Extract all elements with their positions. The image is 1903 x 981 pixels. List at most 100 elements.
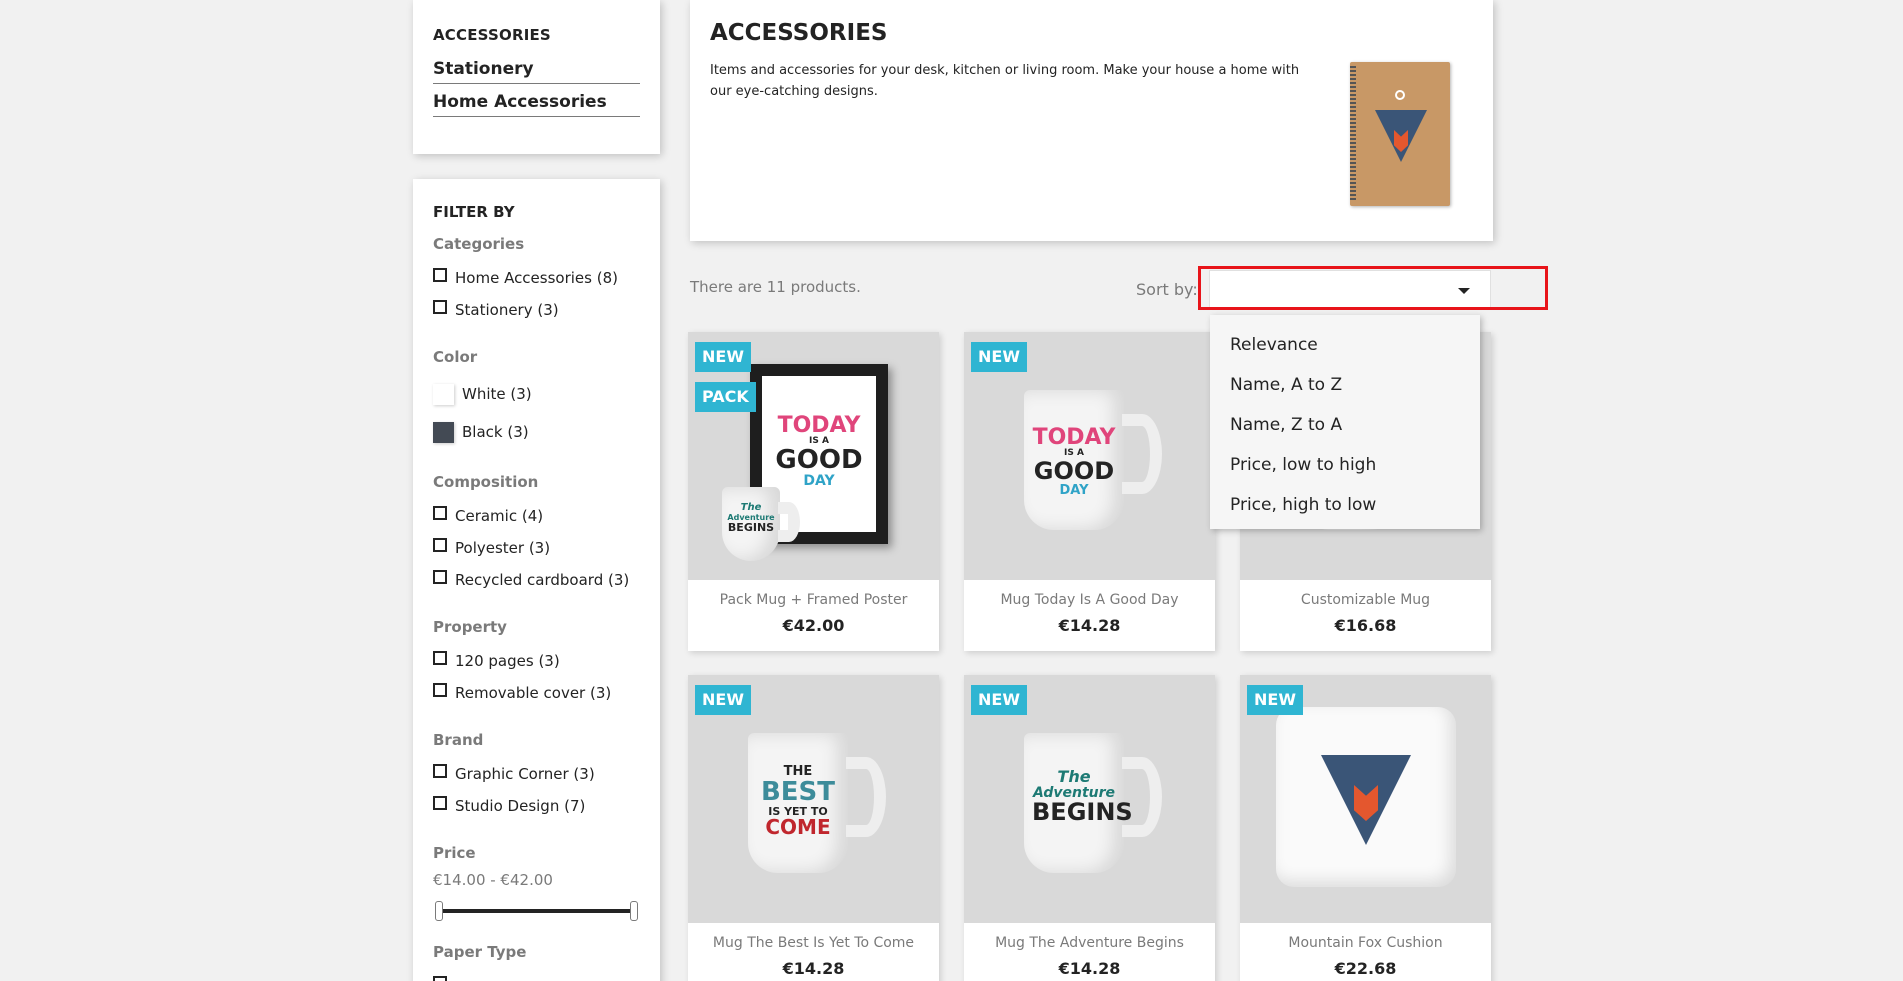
- checkbox[interactable]: [433, 300, 447, 314]
- facet-property: Property 120 pages (3) Removable cover (…: [433, 618, 640, 709]
- category-link-stationery[interactable]: Stationery: [433, 56, 640, 84]
- filter-option[interactable]: Removable cover (3): [433, 677, 640, 709]
- art-line: TODAY: [777, 413, 861, 438]
- mug-handle: [1122, 757, 1162, 837]
- art-line: DAY: [803, 472, 835, 489]
- checkbox[interactable]: [433, 570, 447, 584]
- facet-color: Color White (3) Black (3): [433, 348, 640, 451]
- flag-pack: PACK: [695, 382, 756, 412]
- sort-select[interactable]: [1209, 270, 1491, 309]
- price-slider[interactable]: [435, 901, 638, 921]
- mug-graphic: The Adventure BEGINS: [1024, 733, 1133, 873]
- facet-title: Categories: [433, 235, 525, 253]
- product-card[interactable]: TODAY IS A GOOD DAY The Adventure BEGINS…: [688, 332, 939, 651]
- sort-option-name-desc[interactable]: Name, Z to A: [1210, 405, 1480, 445]
- mug-handle: [1122, 414, 1162, 494]
- facet-title: Composition: [433, 473, 539, 491]
- notebook-spiral: [1350, 66, 1356, 202]
- product-info: Mountain Fox Cushion €22.68: [1240, 923, 1491, 981]
- slider-handle-min[interactable]: [435, 901, 443, 921]
- mug-graphic: TODAY IS A GOOD DAY: [1024, 390, 1124, 530]
- mug-graphic: The Adventure BEGINS: [722, 487, 780, 561]
- slider-handle-max[interactable]: [630, 901, 638, 921]
- mug-art: The Adventure BEGINS: [1032, 768, 1133, 827]
- facet-title: Brand: [433, 731, 484, 749]
- filter-option[interactable]: 120 pages (3): [433, 645, 640, 677]
- product-name[interactable]: Mountain Fox Cushion: [1240, 935, 1491, 951]
- flag-new: NEW: [971, 342, 1027, 372]
- category-image: [1350, 62, 1450, 206]
- mug-handle: [778, 502, 800, 542]
- flag-new: NEW: [1247, 685, 1303, 715]
- checkbox[interactable]: [433, 976, 447, 981]
- art-line: The: [740, 502, 762, 513]
- checkbox[interactable]: [433, 683, 447, 697]
- color-option-black[interactable]: Black (3): [433, 413, 640, 451]
- product-info: Customizable Mug €16.68: [1240, 580, 1491, 651]
- category-description: Items and accessories for your desk, kit…: [710, 63, 1300, 99]
- checkbox[interactable]: [433, 538, 447, 552]
- art-line: BEGINS: [1032, 798, 1133, 827]
- facet-composition: Composition Ceramic (4) Polyester (3) Re…: [433, 473, 640, 596]
- facet-paper-type: Paper Type: [433, 943, 640, 981]
- color-swatch[interactable]: [433, 421, 454, 443]
- cushion-graphic: [1276, 707, 1456, 887]
- product-info: Mug Today Is A Good Day €14.28: [964, 580, 1215, 651]
- product-price: €14.28: [782, 959, 845, 978]
- facet-title: Color: [433, 348, 478, 366]
- sort-label: Sort by:: [1136, 280, 1198, 299]
- flag-new: NEW: [971, 685, 1027, 715]
- product-image[interactable]: NEW: [1240, 675, 1491, 923]
- filter-option[interactable]: Graphic Corner (3): [433, 758, 640, 790]
- product-card[interactable]: THE BEST IS YET TO COME NEW Mug The Best…: [688, 675, 939, 981]
- filter-option[interactable]: Home Accessories (8): [433, 262, 640, 294]
- product-image[interactable]: The Adventure BEGINS NEW: [964, 675, 1215, 923]
- category-link-home-accessories[interactable]: Home Accessories: [433, 89, 640, 117]
- price-range: €14.00 - €42.00: [433, 871, 553, 889]
- product-name[interactable]: Mug The Best Is Yet To Come: [688, 935, 939, 951]
- flag-new: NEW: [695, 685, 751, 715]
- filter-option[interactable]: Studio Design (7): [433, 790, 640, 822]
- checkbox[interactable]: [433, 796, 447, 810]
- product-image[interactable]: TODAY IS A GOOD DAY The Adventure BEGINS…: [688, 332, 939, 580]
- mug-art: The Adventure BEGINS: [726, 502, 776, 533]
- product-info: Pack Mug + Framed Poster €42.00: [688, 580, 939, 651]
- sort-option-price-asc[interactable]: Price, low to high: [1210, 445, 1480, 485]
- product-name[interactable]: Mug Today Is A Good Day: [964, 592, 1215, 608]
- facet-price: Price €14.00 - €42.00: [433, 844, 640, 921]
- product-image[interactable]: THE BEST IS YET TO COME NEW: [688, 675, 939, 923]
- filter-option-label: Removable cover (3): [455, 684, 612, 702]
- product-name[interactable]: Customizable Mug: [1240, 592, 1491, 608]
- checkbox[interactable]: [433, 506, 447, 520]
- page-title: ACCESSORIES: [710, 20, 888, 46]
- filter-option[interactable]: Stationery (3): [433, 294, 640, 326]
- checkbox[interactable]: [433, 764, 447, 778]
- product-name[interactable]: Mug The Adventure Begins: [964, 935, 1215, 951]
- checkbox[interactable]: [433, 268, 447, 282]
- filter-option[interactable]: Recycled cardboard (3): [433, 564, 640, 596]
- filter-option[interactable]: Ceramic (4): [433, 500, 640, 532]
- product-card[interactable]: NEW Mountain Fox Cushion €22.68: [1240, 675, 1491, 981]
- sort-dropdown-menu: Relevance Name, A to Z Name, Z to A Pric…: [1210, 315, 1480, 529]
- color-swatch[interactable]: [433, 383, 454, 405]
- product-image[interactable]: TODAY IS A GOOD DAY NEW: [964, 332, 1215, 580]
- product-name[interactable]: Pack Mug + Framed Poster: [688, 592, 939, 608]
- sort-option-relevance[interactable]: Relevance: [1210, 325, 1480, 365]
- category-header: ACCESSORIES Items and accessories for yo…: [690, 0, 1493, 241]
- sort-option-price-desc[interactable]: Price, high to low: [1210, 485, 1480, 525]
- filter-option[interactable]: [433, 970, 640, 981]
- mug-art: THE BEST IS YET TO COME: [756, 765, 840, 838]
- art-line: BEST: [760, 776, 836, 807]
- notebook-triangle: [1375, 110, 1427, 162]
- filter-option[interactable]: Polyester (3): [433, 532, 640, 564]
- art-line: DAY: [1059, 482, 1089, 498]
- product-card[interactable]: TODAY IS A GOOD DAY NEW Mug Today Is A G…: [964, 332, 1215, 651]
- checkbox[interactable]: [433, 651, 447, 665]
- product-count: There are 11 products.: [690, 278, 861, 296]
- filter-option-label: Studio Design (7): [455, 797, 586, 815]
- sort-option-name-asc[interactable]: Name, A to Z: [1210, 365, 1480, 405]
- filter-panel: FILTER BY Categories Home Accessories (8…: [413, 179, 660, 981]
- product-card[interactable]: The Adventure BEGINS NEW Mug The Adventu…: [964, 675, 1215, 981]
- color-option-white[interactable]: White (3): [433, 375, 640, 413]
- caret-down-icon: [1458, 288, 1470, 294]
